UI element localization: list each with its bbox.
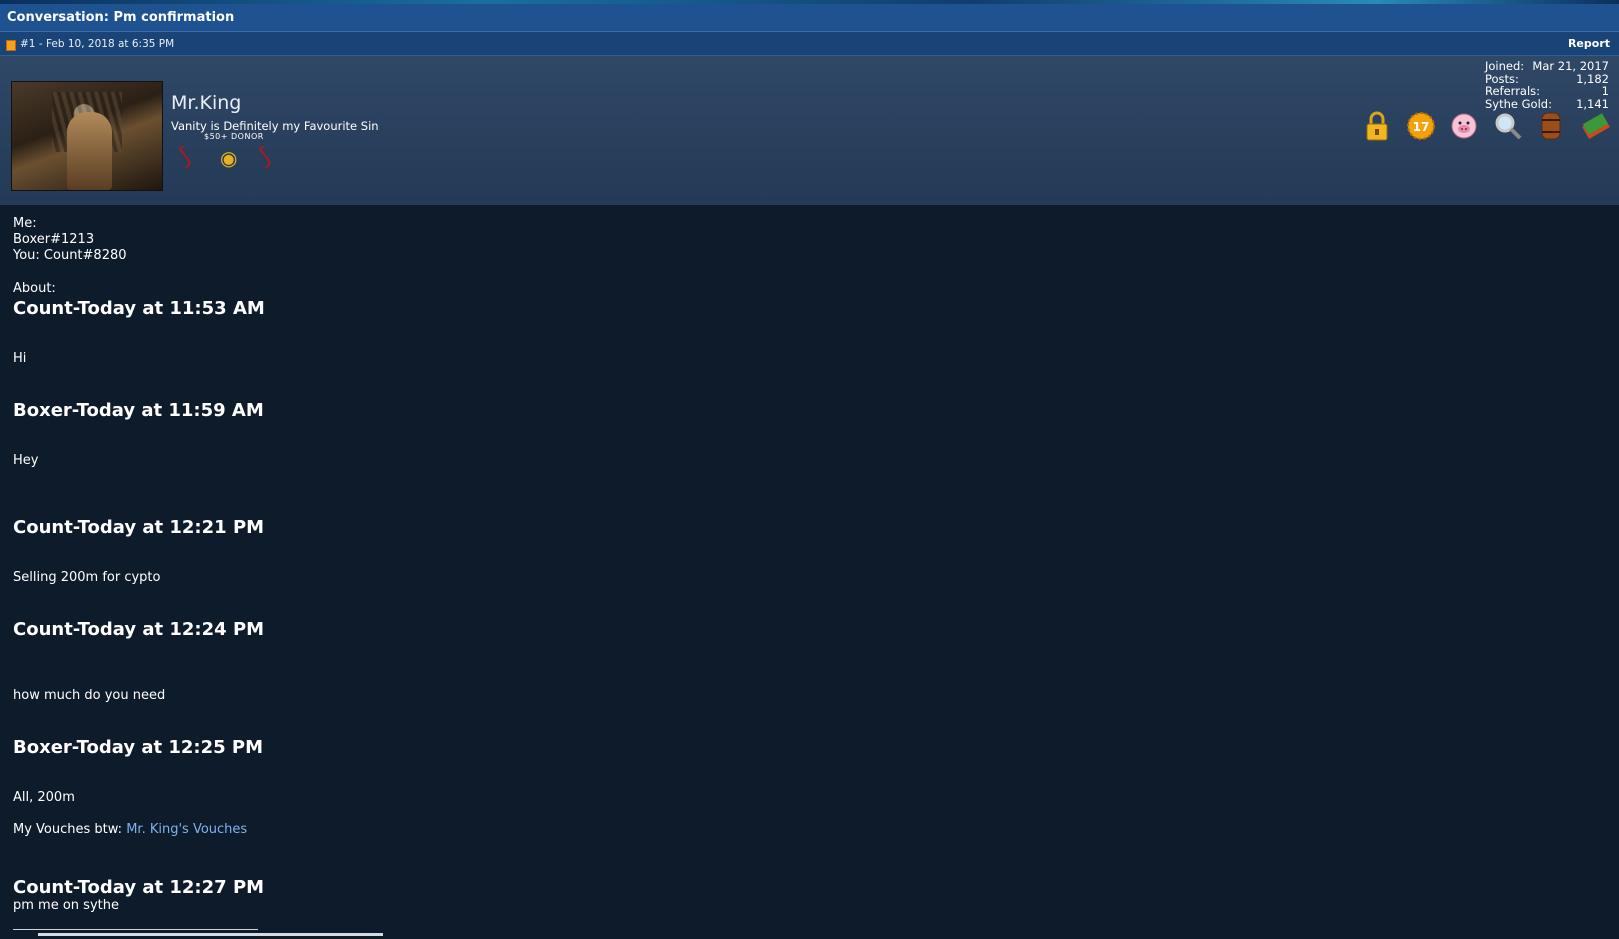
badge-17-icon[interactable]: 17 [1405,110,1437,142]
bottom-scroll-indicator[interactable] [38,933,383,936]
message-header: Count-Today at 12:27 PM [13,877,265,898]
stat-sythe-gold: Sythe Gold: 1,141 [1485,96,1609,111]
report-link[interactable]: Report [1568,37,1610,50]
message-text: pm me on sythe [13,898,119,913]
message-body: Me: Boxer#1213 You: Count#8280 [13,216,1603,264]
user-info-bar: Mr.King Vanity is Definitely my Favourit… [0,56,1619,205]
conversation-title: Conversation: Pm confirmation [7,10,235,25]
user-stats: Joined: Mar 21, 2017 Posts: 1,182 Referr… [1485,60,1609,110]
avatar-figure [67,112,112,190]
award-icons: 17 [1361,110,1611,142]
message-text: All, 200m [13,790,75,805]
lock-icon[interactable] [1361,110,1393,142]
message-text: Selling 200m for cypto [13,570,161,585]
me-label: Me: [13,216,37,231]
message-text: Hey [13,453,39,468]
username[interactable]: Mr.King [171,92,241,114]
post-meta: #1 - Feb 10, 2018 at 6:35 PM [20,38,175,50]
me-value: Boxer#1213 [13,232,95,247]
cash-icon[interactable] [1579,110,1611,142]
vouches-link[interactable]: Mr. King's Vouches [126,822,247,837]
message-text: Hi [13,351,27,366]
avatar[interactable] [11,81,163,191]
user-badges: ⟆ ◉ ⟆ [175,140,295,176]
divider-line [13,929,258,930]
vouch-prefix: My Vouches btw: [13,822,127,837]
post-status-icon [6,40,16,51]
message-header: Count-Today at 12:24 PM [13,619,265,640]
user-tagline: Vanity is Definitely my Favourite Sin [171,119,379,133]
message-header: Count-Today at 12:21 PM [13,517,265,538]
pig-icon[interactable] [1448,110,1480,142]
gold-coins-icon: ◉ [220,146,238,170]
about-label: About: [13,281,56,296]
svg-text:17: 17 [1412,120,1429,134]
barrel-icon[interactable] [1535,110,1567,142]
stat-referrals: Referrals: 1 [1485,84,1609,98]
conversation-titlebar: Conversation: Pm confirmation [0,4,1619,32]
stat-joined: Joined: Mar 21, 2017 [1485,59,1609,73]
message-text: how much do you need [13,688,166,703]
message-header: Boxer-Today at 11:59 AM [13,400,264,421]
message-header: Boxer-Today at 12:25 PM [13,737,264,758]
magnifier-icon[interactable] [1492,110,1524,142]
post-header-bar: #1 - Feb 10, 2018 at 6:35 PM Report [0,32,1619,56]
claw-badge-icon: ⟆ [175,141,194,171]
claw-badge-icon: ⟆ [255,141,274,171]
message-header: Count-Today at 11:53 AM [13,298,265,319]
you-line: You: Count#8280 [13,248,127,263]
vouch-line: My Vouches btw: Mr. King's Vouches [13,822,247,837]
